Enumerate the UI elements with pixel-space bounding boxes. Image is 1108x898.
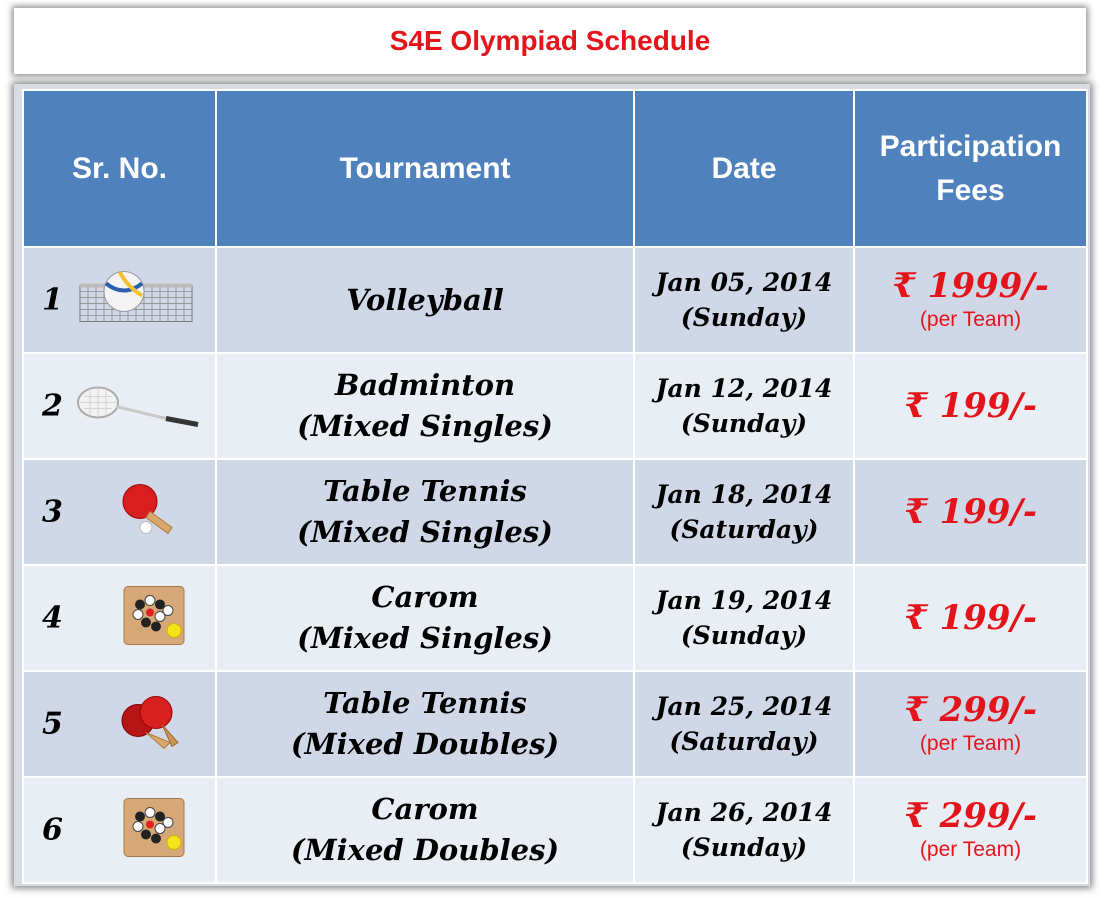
tournament-name: Carom <box>371 580 479 615</box>
date-text: Jan 26, 2014 <box>655 798 833 827</box>
header-row: Sr. No. Tournament Date Participation Fe… <box>22 89 1088 248</box>
header-sr-no: Sr. No. <box>22 89 217 248</box>
tournament-cell: Table Tennis (Mixed Singles) <box>215 458 635 566</box>
tournament-category: (Mixed Doubles) <box>290 727 560 761</box>
date-cell: Jan 12, 2014 (Sunday) <box>633 352 855 460</box>
fee-cell: ₹ 299/- (per Team) <box>853 776 1088 884</box>
day-text: (Saturday) <box>669 727 819 756</box>
title-box: S4E Olympiad Schedule <box>14 8 1086 74</box>
table-row: 1 Volleyball Jan 05, 2014 (Sunday) ₹ 199… <box>22 246 1088 354</box>
fee-amount: ₹ 299/- <box>904 690 1037 731</box>
page-title: S4E Olympiad Schedule <box>389 25 711 56</box>
sr-number: 1 <box>42 282 63 318</box>
date-text: Jan 05, 2014 <box>655 268 833 297</box>
volleyball-net-icon <box>76 268 196 333</box>
fee-cell: ₹ 199/- <box>853 352 1088 460</box>
tournament-name: Table Tennis <box>323 686 527 721</box>
header-date: Date <box>633 89 855 248</box>
tournament-name: Volleyball <box>346 282 504 317</box>
tournament-cell: Volleyball <box>215 246 635 354</box>
sr-cell: 5 <box>22 670 217 778</box>
fee-note: (per Team) <box>919 838 1022 862</box>
carom-board-icon <box>76 797 196 864</box>
tournament-name: Carom <box>371 792 479 827</box>
tournament-cell: Badminton (Mixed Singles) <box>215 352 635 460</box>
tournament-category: (Mixed Singles) <box>297 409 553 443</box>
carom-board-icon <box>76 585 196 652</box>
fee-cell: ₹ 199/- <box>853 458 1088 566</box>
sr-number: 5 <box>42 706 63 742</box>
fee-note: (per Team) <box>919 308 1022 332</box>
fee-amount: ₹ 199/- <box>904 491 1037 532</box>
header-tournament: Tournament <box>215 89 635 248</box>
table-row: 5 Table Tennis (Mixed Doubles) Jan 25, 2… <box>22 670 1088 778</box>
date-text: Jan 18, 2014 <box>655 480 833 509</box>
table-row: 2 Badminton (Mixed Singles) Jan 12, 2014… <box>22 352 1088 460</box>
table-tennis-paddles-icon <box>76 691 196 758</box>
tournament-cell: Carom (Mixed Singles) <box>215 564 635 672</box>
date-cell: Jan 25, 2014 (Saturday) <box>633 670 855 778</box>
sr-cell: 4 <box>22 564 217 672</box>
tournament-name: Table Tennis <box>323 474 527 509</box>
fee-cell: ₹ 199/- <box>853 564 1088 672</box>
table-row: 4 Carom (Mixed Singles) Jan 19, 2014 (Su… <box>22 564 1088 672</box>
fee-note: (per Team) <box>919 732 1022 756</box>
date-text: Jan 12, 2014 <box>655 374 833 403</box>
sr-number: 4 <box>42 600 63 636</box>
day-text: (Sunday) <box>680 409 808 438</box>
badminton-racket-icon <box>76 379 206 434</box>
day-text: (Sunday) <box>680 833 808 862</box>
sr-cell: 2 <box>22 352 217 460</box>
tournament-category: (Mixed Singles) <box>297 621 553 655</box>
tournament-category: (Mixed Singles) <box>297 515 553 549</box>
day-text: (Sunday) <box>680 303 808 332</box>
date-text: Jan 25, 2014 <box>655 692 833 721</box>
header-fees-line2: Fees <box>936 173 1005 207</box>
header-fees-line1: Participation <box>879 130 1062 163</box>
fee-amount: ₹ 199/- <box>904 385 1037 426</box>
table-row: 3 Table Tennis (Mixed Singles) Jan 18, 2… <box>22 458 1088 566</box>
fee-cell: ₹ 1999/- (per Team) <box>853 246 1088 354</box>
sr-number: 6 <box>42 812 63 848</box>
day-text: (Saturday) <box>669 515 819 544</box>
date-cell: Jan 05, 2014 (Sunday) <box>633 246 855 354</box>
fee-amount: ₹ 199/- <box>904 597 1037 638</box>
table-row: 6 Carom (Mixed Doubles) Jan 26, 2014 (Su… <box>22 776 1088 884</box>
tournament-category: (Mixed Doubles) <box>290 833 560 867</box>
date-cell: Jan 19, 2014 (Sunday) <box>633 564 855 672</box>
date-cell: Jan 26, 2014 (Sunday) <box>633 776 855 884</box>
sr-number: 3 <box>42 494 63 530</box>
schedule-table: Sr. No. Tournament Date Participation Fe… <box>22 89 1088 884</box>
fee-cell: ₹ 299/- (per Team) <box>853 670 1088 778</box>
sr-cell: 6 <box>22 776 217 884</box>
date-text: Jan 19, 2014 <box>655 586 833 615</box>
tournament-name: Badminton <box>334 368 516 403</box>
table-tennis-paddle-icon <box>76 480 196 545</box>
tournament-cell: Carom (Mixed Doubles) <box>215 776 635 884</box>
day-text: (Sunday) <box>680 621 808 650</box>
sr-cell: 1 <box>22 246 217 354</box>
header-fees: Participation Fees <box>853 89 1088 248</box>
sr-cell: 3 <box>22 458 217 566</box>
fee-amount: ₹ 299/- <box>904 796 1037 837</box>
date-cell: Jan 18, 2014 (Saturday) <box>633 458 855 566</box>
tournament-cell: Table Tennis (Mixed Doubles) <box>215 670 635 778</box>
sr-number: 2 <box>42 388 63 424</box>
fee-amount: ₹ 1999/- <box>892 266 1049 307</box>
